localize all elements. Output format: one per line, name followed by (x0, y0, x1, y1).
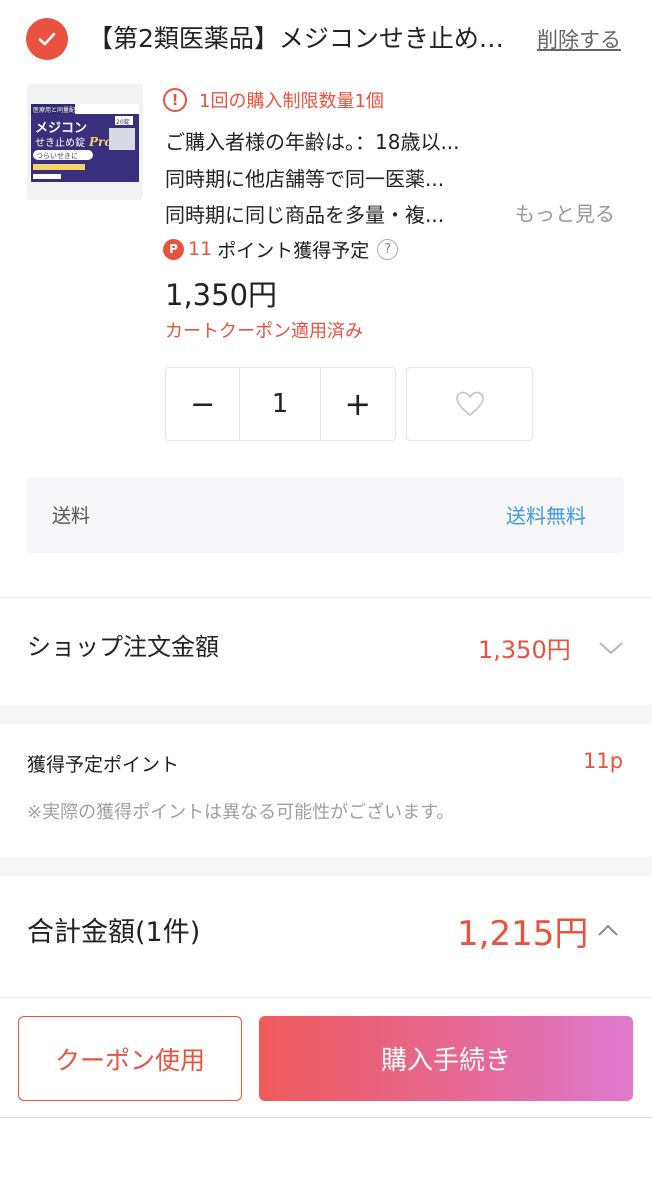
quantity-stepper: − 1 + (165, 367, 396, 441)
chevron-down-icon[interactable] (598, 640, 624, 660)
points-badge-icon: P (163, 238, 184, 260)
use-coupon-button[interactable]: クーポン使用 (18, 1016, 242, 1101)
package-subtitle-text: せき止め錠 (35, 136, 85, 149)
favorite-button[interactable] (406, 367, 533, 441)
coupon-applied-label: カートクーポン適用済み (165, 321, 363, 342)
product-package-image: 医療用と同量配合 メジコン せき止め錠 Pro 20錠 つらいせきに (27, 84, 143, 200)
points-value: 11p (583, 749, 624, 773)
note-other-store: 同時期に他店舗等で同一医薬... (165, 167, 445, 191)
quantity-value[interactable]: 1 (240, 368, 321, 440)
shop-total-label: ショップ注文金額 (27, 633, 219, 661)
points-earn-text: ポイント獲得予定 (217, 239, 370, 262)
divider (0, 597, 652, 598)
total-value: 1,215円 (457, 914, 589, 954)
shipping-value: 送料無料 (506, 504, 586, 528)
points-label: 獲得予定ポイント (27, 754, 180, 776)
package-banner-text: 医療用と同量配合 (33, 106, 81, 114)
package-brand-text: メジコン (35, 121, 87, 136)
show-more-link[interactable]: もっと見る (515, 198, 615, 227)
points-earn-row: P 11 ポイント獲得予定 ? (163, 236, 399, 262)
purchase-limit-notice: ! 1回の購入制限数量1個 (163, 86, 384, 114)
note-age: ご購入者様の年齢は。：18歳以... (165, 130, 460, 154)
delete-button[interactable]: 削除する (537, 24, 621, 54)
product-title[interactable]: 【第2類医薬品】メジコンせき止め錠Pro 20錠 (88, 20, 518, 58)
package-count-text: 20錠 (116, 118, 130, 126)
chevron-up-icon[interactable] (596, 922, 620, 942)
shipping-label: 送料 (52, 505, 91, 527)
shop-total-value: 1,350円 (478, 636, 571, 664)
total-label: 合計金額(1件) (27, 917, 201, 948)
divider (0, 997, 652, 998)
check-icon (38, 32, 56, 46)
points-number: 11 (188, 238, 213, 260)
package-pro-text: Pro (88, 135, 112, 149)
purchase-limit-text: 1回の購入制限数量1個 (199, 91, 384, 112)
product-image[interactable]: 医療用と同量配合 メジコン せき止め錠 Pro 20錠 つらいせきに (27, 84, 143, 200)
package-tag-text: つらいせきに (36, 152, 78, 160)
increase-quantity-button[interactable]: + (321, 368, 395, 440)
note-bulk: 同時期に同じ商品を多量・複... (165, 203, 445, 227)
points-disclaimer: ※実際の獲得ポイントは異なる可能性がございます。 (27, 802, 455, 823)
item-select-checkbox[interactable] (26, 18, 68, 60)
warning-icon: ! (163, 88, 187, 112)
heart-icon (455, 391, 484, 417)
checkout-button[interactable]: 購入手続き (259, 1016, 633, 1101)
divider (0, 1117, 652, 1118)
help-icon[interactable]: ? (377, 238, 399, 260)
item-price: 1,350円 (165, 278, 278, 312)
section-separator (0, 857, 652, 876)
decrease-quantity-button[interactable]: − (166, 368, 241, 440)
section-separator (0, 705, 652, 724)
